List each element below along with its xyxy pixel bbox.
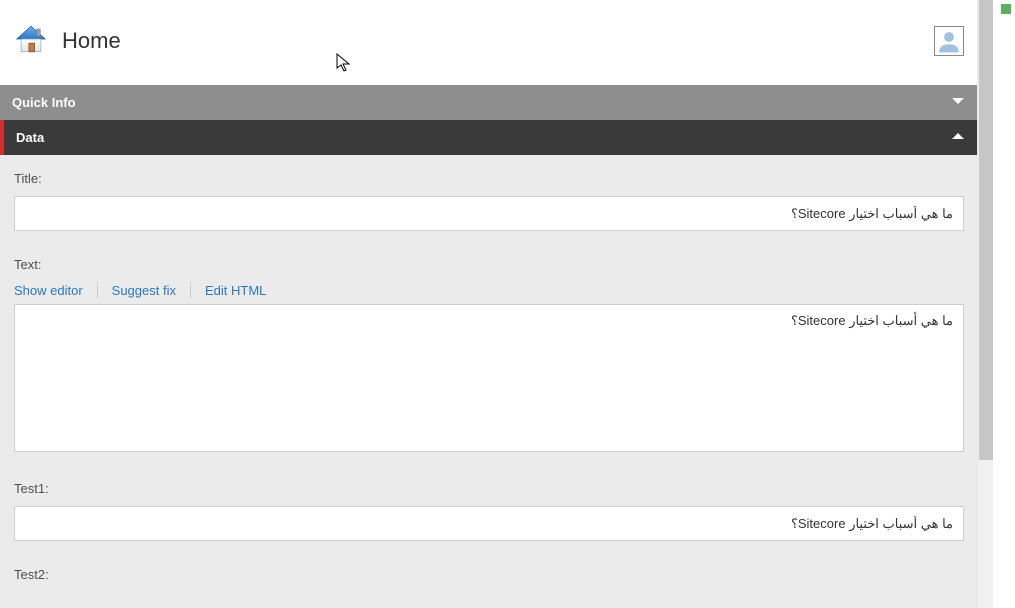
status-indicator [1001, 4, 1011, 14]
section-data[interactable]: Data [0, 120, 978, 155]
suggest-fix-link[interactable]: Suggest fix [98, 284, 190, 297]
main-viewport: Home Quick Info Data Title: Text: S [0, 0, 978, 608]
field-test2: Test2: [14, 567, 964, 582]
section-quick-info[interactable]: Quick Info [0, 85, 978, 120]
section-data-label: Data [16, 130, 44, 145]
field-title: Title: [14, 171, 964, 231]
chevron-up-icon [950, 128, 966, 147]
field-text: Text: Show editor Suggest fix Edit HTML … [14, 257, 964, 455]
field-test2-label: Test2: [14, 567, 964, 582]
chevron-down-icon [950, 93, 966, 112]
test1-input[interactable] [14, 506, 964, 541]
field-title-label: Title: [14, 171, 964, 186]
show-editor-link[interactable]: Show editor [14, 284, 97, 297]
right-gutter [993, 0, 1015, 608]
rte-toolbar: Show editor Suggest fix Edit HTML [14, 282, 964, 298]
edit-html-link[interactable]: Edit HTML [191, 284, 280, 297]
field-test1-label: Test1: [14, 481, 964, 496]
field-test1: Test1: [14, 481, 964, 541]
text-area[interactable]: ما هي أسباب اختيار Sitecore؟ [14, 304, 964, 452]
data-section-content: Title: Text: Show editor Suggest fix Edi… [0, 155, 978, 608]
page-title: Home [62, 28, 934, 54]
field-text-label: Text: [14, 257, 964, 272]
home-icon [14, 22, 48, 59]
scrollbar-track[interactable] [977, 0, 993, 608]
user-avatar[interactable] [934, 26, 964, 56]
section-quick-info-label: Quick Info [12, 95, 76, 110]
title-input[interactable] [14, 196, 964, 231]
page-header: Home [0, 0, 978, 85]
scrollbar-thumb[interactable] [979, 0, 993, 460]
